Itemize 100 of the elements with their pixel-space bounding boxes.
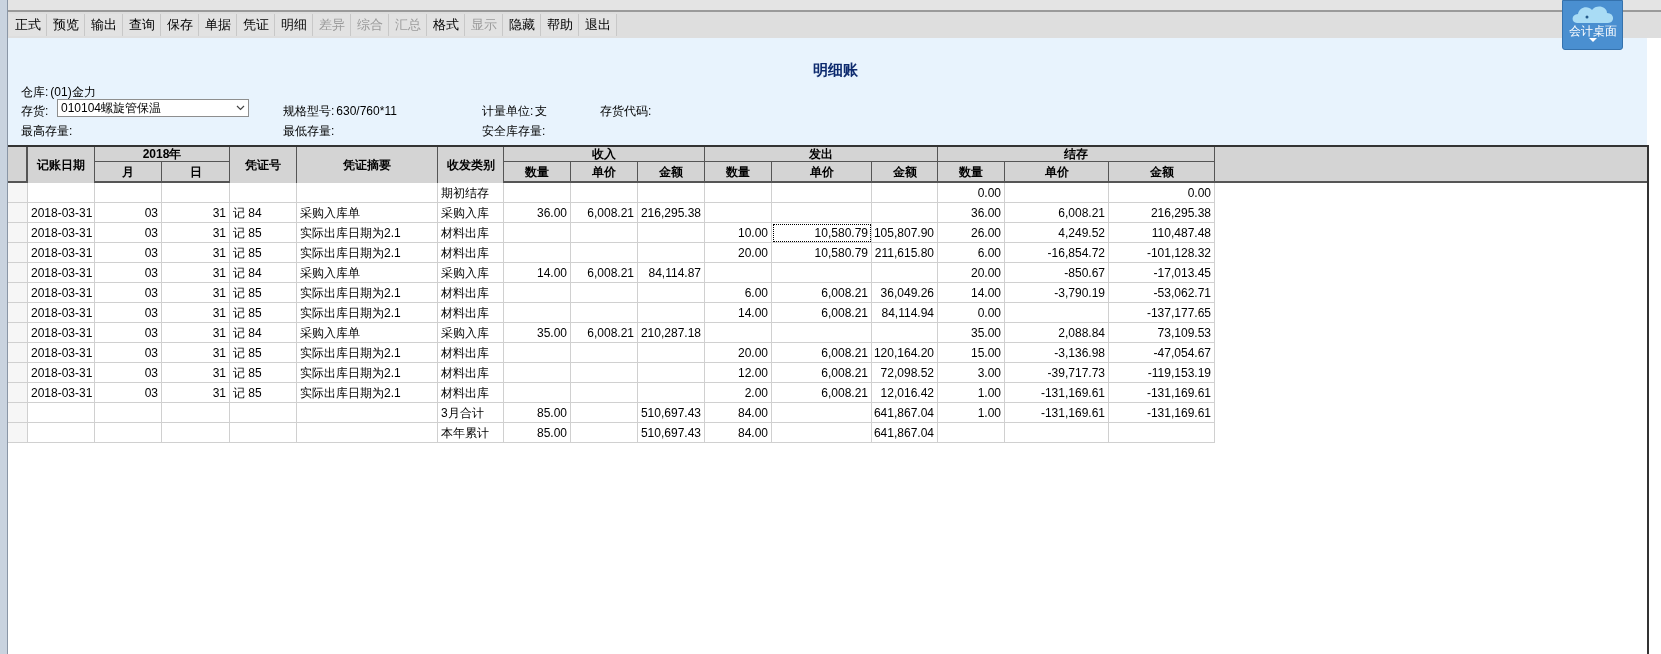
table-cell[interactable] — [162, 423, 230, 443]
table-cell[interactable] — [230, 403, 297, 423]
table-cell[interactable]: 31 — [162, 323, 230, 343]
table-cell[interactable] — [1005, 303, 1109, 323]
table-cell[interactable]: 记 85 — [230, 303, 297, 323]
table-cell[interactable] — [571, 383, 638, 403]
table-cell[interactable]: 6,008.21 — [571, 203, 638, 223]
table-cell[interactable]: 期初结存 — [438, 183, 504, 203]
table-cell[interactable]: 14.00 — [504, 263, 571, 283]
table-cell[interactable] — [95, 403, 162, 423]
table-cell[interactable] — [230, 183, 297, 203]
table-cell[interactable]: 材料出库 — [438, 303, 504, 323]
table-cell[interactable] — [297, 183, 438, 203]
table-cell[interactable] — [28, 423, 95, 443]
table-cell[interactable]: 实际出库日期为2.1 — [297, 243, 438, 263]
row-header[interactable] — [8, 423, 28, 443]
row-header[interactable] — [8, 323, 28, 343]
table-cell[interactable]: 记 85 — [230, 283, 297, 303]
table-cell[interactable]: 35.00 — [504, 323, 571, 343]
table-cell[interactable]: 110,487.48 — [1109, 223, 1215, 243]
table-cell[interactable] — [938, 423, 1005, 443]
table-cell[interactable] — [638, 343, 705, 363]
toolbar-button[interactable]: 查询 — [123, 14, 161, 36]
table-cell[interactable] — [638, 243, 705, 263]
table-cell[interactable] — [571, 283, 638, 303]
table-cell[interactable]: 2018-03-31 — [28, 323, 95, 343]
table-cell[interactable]: 实际出库日期为2.1 — [297, 223, 438, 243]
table-cell[interactable]: 641,867.04 — [872, 403, 938, 423]
table-cell[interactable] — [638, 383, 705, 403]
table-cell[interactable]: -16,854.72 — [1005, 243, 1109, 263]
table-cell[interactable]: 0.00 — [1109, 183, 1215, 203]
table-cell[interactable]: -131,169.61 — [1005, 403, 1109, 423]
table-cell[interactable]: 10,580.79 — [772, 223, 872, 243]
table-cell[interactable]: 采购入库 — [438, 323, 504, 343]
table-cell[interactable]: 实际出库日期为2.1 — [297, 303, 438, 323]
table-cell[interactable]: 2018-03-31 — [28, 263, 95, 283]
table-cell[interactable]: 3月合计 — [438, 403, 504, 423]
table-cell[interactable]: 03 — [95, 203, 162, 223]
toolbar-button[interactable]: 格式 — [427, 14, 465, 36]
table-cell[interactable]: 03 — [95, 363, 162, 383]
table-cell[interactable]: 85.00 — [504, 403, 571, 423]
row-header[interactable] — [8, 283, 28, 303]
table-cell[interactable] — [504, 363, 571, 383]
table-cell[interactable] — [571, 363, 638, 383]
table-cell[interactable]: -131,169.61 — [1109, 403, 1215, 423]
table-cell[interactable] — [95, 423, 162, 443]
table-cell[interactable] — [571, 403, 638, 423]
table-cell[interactable]: 2018-03-31 — [28, 223, 95, 243]
row-header[interactable] — [8, 343, 28, 363]
table-cell[interactable] — [571, 243, 638, 263]
table-cell[interactable] — [504, 383, 571, 403]
table-cell[interactable]: 03 — [95, 223, 162, 243]
table-cell[interactable]: 材料出库 — [438, 343, 504, 363]
table-cell[interactable] — [504, 223, 571, 243]
table-cell[interactable] — [705, 323, 772, 343]
table-cell[interactable]: 2018-03-31 — [28, 283, 95, 303]
row-header[interactable] — [8, 383, 28, 403]
table-cell[interactable]: 510,697.43 — [638, 423, 705, 443]
table-cell[interactable]: 记 85 — [230, 383, 297, 403]
table-cell[interactable]: 2018-03-31 — [28, 203, 95, 223]
table-cell[interactable] — [872, 203, 938, 223]
table-cell[interactable]: 31 — [162, 343, 230, 363]
table-cell[interactable] — [705, 263, 772, 283]
table-cell[interactable]: 85.00 — [504, 423, 571, 443]
table-cell[interactable]: 6,008.21 — [571, 323, 638, 343]
table-cell[interactable]: -850.67 — [1005, 263, 1109, 283]
table-cell[interactable] — [230, 423, 297, 443]
toolbar-button[interactable]: 凭证 — [237, 14, 275, 36]
table-cell[interactable]: 84.00 — [705, 403, 772, 423]
table-cell[interactable]: 材料出库 — [438, 383, 504, 403]
table-cell[interactable]: 材料出库 — [438, 243, 504, 263]
table-cell[interactable]: 12,016.42 — [872, 383, 938, 403]
table-cell[interactable]: 2018-03-31 — [28, 303, 95, 323]
table-cell[interactable]: 0.00 — [938, 303, 1005, 323]
table-cell[interactable]: 03 — [95, 303, 162, 323]
table-cell[interactable]: -39,717.73 — [1005, 363, 1109, 383]
table-cell[interactable]: 31 — [162, 223, 230, 243]
table-cell[interactable] — [297, 403, 438, 423]
table-cell[interactable] — [638, 283, 705, 303]
table-cell[interactable]: 记 84 — [230, 203, 297, 223]
table-cell[interactable]: 03 — [95, 243, 162, 263]
table-cell[interactable] — [571, 223, 638, 243]
table-cell[interactable] — [772, 203, 872, 223]
table-cell[interactable]: 2018-03-31 — [28, 363, 95, 383]
table-cell[interactable]: 6.00 — [705, 283, 772, 303]
table-cell[interactable]: 3.00 — [938, 363, 1005, 383]
table-cell[interactable]: 2018-03-31 — [28, 383, 95, 403]
table-cell[interactable]: 216,295.38 — [638, 203, 705, 223]
table-cell[interactable]: 20.00 — [705, 243, 772, 263]
table-cell[interactable] — [772, 403, 872, 423]
table-cell[interactable]: 2,088.84 — [1005, 323, 1109, 343]
table-cell[interactable]: 记 84 — [230, 323, 297, 343]
table-cell[interactable]: 14.00 — [705, 303, 772, 323]
row-header[interactable] — [8, 403, 28, 423]
table-cell[interactable]: 36.00 — [938, 203, 1005, 223]
table-cell[interactable]: 6,008.21 — [772, 303, 872, 323]
table-cell[interactable]: -17,013.45 — [1109, 263, 1215, 283]
table-cell[interactable]: 2.00 — [705, 383, 772, 403]
table-cell[interactable] — [772, 323, 872, 343]
table-cell[interactable]: 31 — [162, 283, 230, 303]
